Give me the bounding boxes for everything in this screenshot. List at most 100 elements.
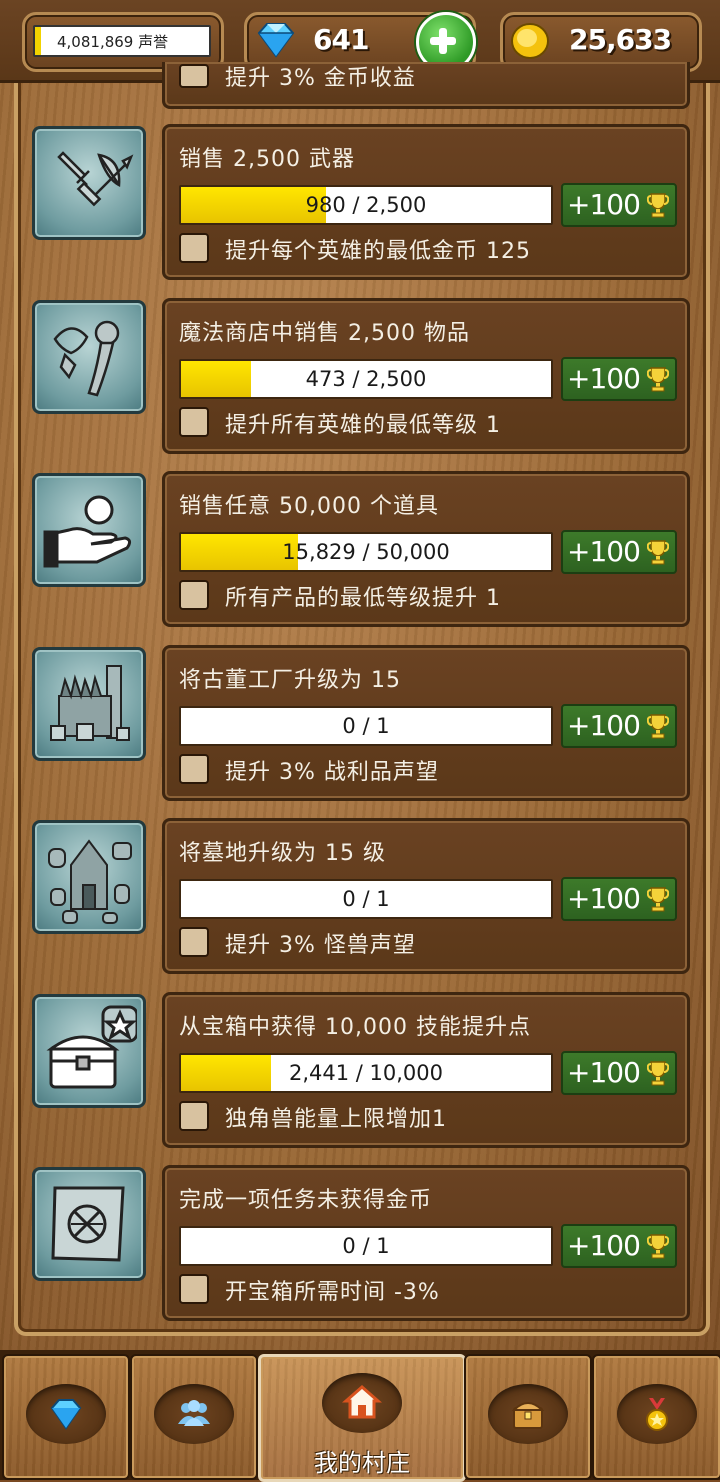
quest-progress-bar: 0 / 1 (179, 706, 553, 746)
quest-card: 将墓地升级为 15 级 0 / 1 +100 提升 3% 怪兽声望 (162, 818, 690, 974)
quest-progress-text: 0 / 1 (342, 887, 390, 911)
quest-icon-tile (32, 473, 146, 587)
quest-card: 将古董工厂升级为 15 0 / 1 +100 提升 3% 战利品声望 (162, 645, 690, 801)
nav-village-button[interactable]: 我的村庄 (258, 1354, 466, 1482)
weapons-icon (57, 151, 134, 207)
quest-title: 从宝箱中获得 10,000 技能提升点 (179, 1015, 531, 1040)
factory-icon (50, 665, 130, 741)
diamond-icon (257, 23, 295, 58)
reward-amount: +100 (567, 535, 641, 568)
quest-icon-tile (32, 300, 146, 414)
quest-card: 从宝箱中获得 10,000 技能提升点 2,441 / 10,000 +100 独角兽… (162, 992, 690, 1148)
perk-checkbox (179, 754, 209, 784)
magic-items-icon (53, 320, 120, 397)
perk-text: 所有产品的最低等级提升 1 (225, 586, 501, 611)
quest-card: 魔法商店中销售 2,500 物品 473 / 2,500 +100 提升所有英雄的最低… (162, 298, 690, 454)
quest-progress-bar: 15,829 / 50,000 (179, 532, 553, 572)
reputation-value: 4,081,869 声誉 (57, 33, 169, 51)
trophy-icon (647, 714, 669, 739)
reward-amount: +100 (567, 188, 641, 221)
nav-shop-oval (26, 1384, 106, 1444)
quest-progress-text: 0 / 1 (342, 1234, 390, 1258)
trophy-icon (647, 540, 669, 565)
quest-title: 销售任意 50,000 个道具 (179, 494, 439, 519)
reputation-bar-fill (35, 27, 41, 55)
trophy-icon (647, 1234, 669, 1259)
quest-icon-tile (32, 647, 146, 761)
perk-text: 提升 3% 金币收益 (225, 66, 416, 91)
nav-village-oval (322, 1373, 402, 1433)
quest-reward-button[interactable]: +100 (561, 183, 677, 227)
quest-progress-bar: 0 / 1 (179, 879, 553, 919)
reward-amount: +100 (567, 882, 641, 915)
perk-checkbox (179, 407, 209, 437)
diamond-icon (50, 1399, 82, 1430)
quest-icon-tile (32, 1167, 146, 1281)
nav-village-label: 我的村庄 (314, 1449, 410, 1477)
nav-chest-oval (488, 1384, 568, 1444)
quest-reward-button[interactable]: +100 (561, 1051, 677, 1095)
quest-reward-button[interactable]: +100 (561, 877, 677, 921)
quest-title: 销售 2,500 武器 (179, 147, 355, 172)
people-icon (178, 1400, 210, 1426)
quest-icon-tile (32, 994, 146, 1108)
perk-checkbox (179, 580, 209, 610)
quest-title: 将古董工厂升级为 15 (179, 668, 401, 693)
quest-progress-bar: 980 / 2,500 (179, 185, 553, 225)
quest-card: 销售 2,500 武器 980 / 2,500 +100 提升每个英雄的最低金币 12… (162, 124, 690, 280)
nav-heroes-oval (154, 1384, 234, 1444)
quest-card: 完成一项任务未获得金币 0 / 1 +100 开宝箱所需时间 -3% (162, 1165, 690, 1321)
nav-shop-button[interactable] (2, 1354, 130, 1480)
quest-reward-button[interactable]: +100 (561, 357, 677, 401)
quest-progress-text: 0 / 1 (342, 714, 390, 738)
gold-count: 25,633 (569, 23, 672, 56)
quest-reward-button[interactable]: +100 (561, 530, 677, 574)
reward-amount: +100 (567, 362, 641, 395)
quest-scroll-icon (51, 1186, 125, 1262)
trophy-icon (647, 367, 669, 392)
quest-progress-text: 15,829 / 50,000 (282, 540, 450, 564)
quest-title: 魔法商店中销售 2,500 物品 (179, 321, 470, 346)
quest-icon-tile (32, 126, 146, 240)
graveyard-icon (48, 839, 132, 924)
perk-checkbox (179, 233, 209, 263)
quest-progress-text: 473 / 2,500 (305, 367, 427, 391)
gold-coin-icon (511, 23, 549, 59)
nav-chest-button[interactable] (464, 1354, 592, 1480)
quest-reward-button[interactable]: +100 (561, 1224, 677, 1268)
quest-title: 完成一项任务未获得金币 (179, 1188, 433, 1213)
bottom-nav: 我的村庄 (0, 1350, 720, 1482)
perk-checkbox (179, 1274, 209, 1304)
quest-progress-bar: 473 / 2,500 (179, 359, 553, 399)
perk-text: 提升 3% 怪兽声望 (225, 933, 416, 958)
perk-text: 提升每个英雄的最低金币 125 (225, 239, 531, 264)
trophy-icon (647, 1061, 669, 1086)
quest-progress-text: 980 / 2,500 (305, 193, 427, 217)
perk-text: 提升 3% 战利品声望 (225, 760, 439, 785)
quest-reward-button[interactable]: +100 (561, 704, 677, 748)
quest-progress-bar: 0 / 1 (179, 1226, 553, 1266)
quest-icon-tile (32, 820, 146, 934)
treasure-chest-icon (511, 1402, 545, 1429)
perk-text: 独角兽能量上限增加1 (225, 1107, 447, 1132)
house-icon (342, 1385, 382, 1419)
nav-achievements-oval (617, 1384, 697, 1444)
quest-card-partial: 提升 3% 金币收益 (162, 62, 690, 109)
chest-star-icon (46, 1005, 137, 1089)
trophy-icon (647, 193, 669, 218)
reward-amount: +100 (567, 1056, 641, 1089)
perk-text: 开宝箱所需时间 -3% (225, 1280, 440, 1305)
reward-amount: +100 (567, 1229, 641, 1262)
perk-checkbox (179, 64, 209, 88)
quest-card: 销售任意 50,000 个道具 15,829 / 50,000 +100 所有产品的最… (162, 471, 690, 627)
reward-amount: +100 (567, 709, 641, 742)
gems-count: 641 (313, 23, 369, 56)
reputation-bar: 4,081,869 声誉 (33, 25, 211, 57)
quest-title: 将墓地升级为 15 级 (179, 841, 386, 866)
nav-heroes-button[interactable] (130, 1354, 258, 1480)
medal-icon (646, 1398, 668, 1431)
nav-achievements-button[interactable] (592, 1354, 720, 1480)
trophy-icon (647, 887, 669, 912)
hand-sell-icon (43, 495, 132, 568)
perk-checkbox (179, 927, 209, 957)
